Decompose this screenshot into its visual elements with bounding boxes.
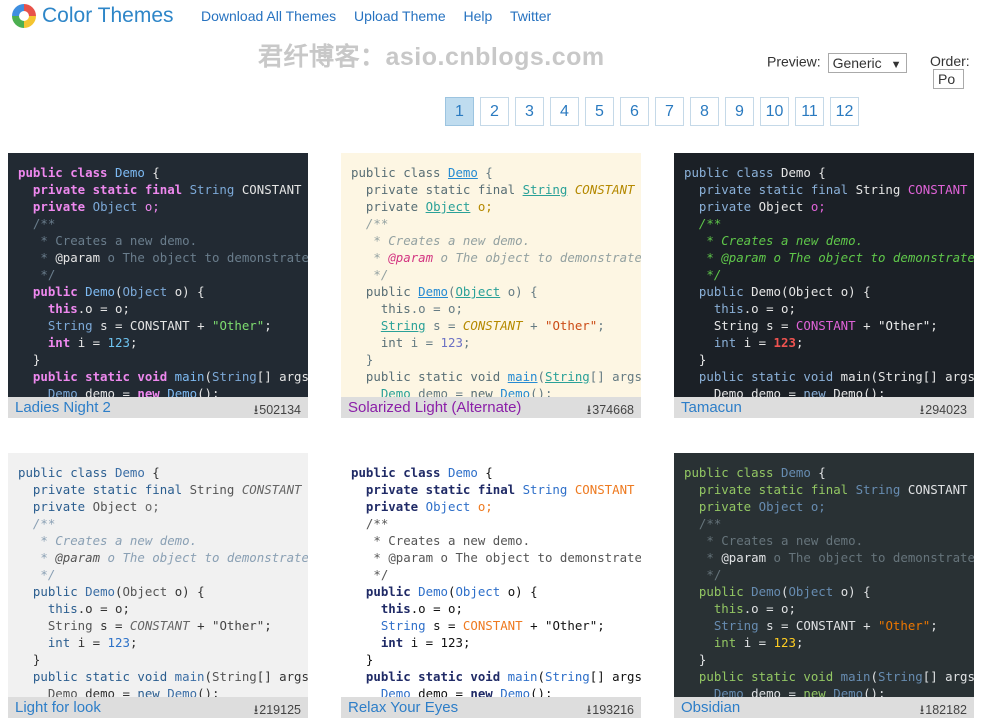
theme-card[interactable]: public class Demo { private static final… — [8, 453, 308, 718]
code-sample: public class Demo { private static final… — [351, 465, 641, 697]
theme-caption: Light for look ⭳219125 — [8, 697, 308, 718]
code-sample: public class Demo { private static final… — [18, 165, 308, 397]
theme-card[interactable]: public class Demo { private static final… — [341, 453, 641, 718]
preview-control: Preview: Generic ▼ — [767, 53, 907, 73]
theme-card[interactable]: public class Demo { private static final… — [341, 153, 641, 418]
theme-name-link[interactable]: Obsidian — [681, 699, 740, 716]
code-preview[interactable]: public class Demo { private static final… — [341, 153, 641, 397]
theme-card[interactable]: public class Demo { private static final… — [674, 153, 974, 418]
dropdown-arrow-icon: ▼ — [890, 59, 902, 71]
code-preview[interactable]: public class Demo { private static final… — [8, 153, 308, 397]
download-count[interactable]: ⭳294023 — [920, 401, 967, 418]
download-count-value: 502134 — [259, 403, 301, 417]
code-preview[interactable]: public class Demo { private static final… — [341, 453, 641, 697]
order-label: Order: — [930, 53, 970, 69]
download-arrow-icon: ⭳ — [253, 402, 259, 417]
download-count[interactable]: ⭳502134 — [254, 401, 301, 418]
preview-selected-value: Generic — [832, 55, 882, 71]
pagination: 1 2 3 4 5 6 7 8 9 10 11 12 — [445, 97, 865, 126]
preview-select[interactable]: Generic ▼ — [827, 53, 907, 73]
site-header: Color Themes Download All Themes Upload … — [0, 0, 990, 40]
download-count-value: 294023 — [925, 403, 967, 417]
page-8-button[interactable]: 8 — [690, 97, 719, 126]
page-1-button[interactable]: 1 — [445, 97, 474, 126]
nav-download-all-themes[interactable]: Download All Themes — [201, 8, 336, 24]
code-sample: public class Demo { private static final… — [18, 465, 308, 697]
site-title[interactable]: Color Themes — [42, 4, 174, 28]
page-10-button[interactable]: 10 — [760, 97, 789, 126]
download-arrow-icon: ⭳ — [586, 702, 592, 717]
download-count[interactable]: ⭳219125 — [254, 701, 301, 718]
download-count-value: 374668 — [592, 403, 634, 417]
theme-card[interactable]: public class Demo { private static final… — [674, 453, 974, 718]
download-count[interactable]: ⭳182182 — [920, 701, 967, 718]
order-control: Order: Po — [930, 53, 990, 89]
color-wheel-logo-icon[interactable] — [12, 4, 36, 28]
code-preview[interactable]: public class Demo { private static final… — [8, 453, 308, 697]
download-arrow-icon: ⭳ — [253, 702, 259, 717]
page-2-button[interactable]: 2 — [480, 97, 509, 126]
download-count[interactable]: ⭳374668 — [587, 401, 634, 418]
order-select[interactable]: Po — [933, 69, 965, 89]
theme-caption: Solarized Light (Alternate) ⭳374668 — [341, 397, 641, 418]
order-selected-value: Po — [938, 71, 956, 87]
page-9-button[interactable]: 9 — [725, 97, 754, 126]
code-sample: public class Demo { private static final… — [684, 165, 974, 397]
watermark: 君纤博客：asio.cnblogs.com — [258, 43, 605, 71]
theme-caption: Tamacun ⭳294023 — [674, 397, 974, 418]
page-11-button[interactable]: 11 — [795, 97, 824, 126]
download-count-value: 219125 — [259, 703, 301, 717]
main-nav: Download All Themes Upload Theme Help Tw… — [201, 8, 565, 24]
code-preview[interactable]: public class Demo { private static final… — [674, 453, 974, 697]
theme-caption: Relax Your Eyes ⭳193216 — [341, 697, 641, 718]
theme-name-link[interactable]: Solarized Light (Alternate) — [348, 399, 521, 416]
download-count[interactable]: ⭳193216 — [587, 701, 634, 718]
theme-name-link[interactable]: Relax Your Eyes — [348, 699, 458, 716]
theme-card[interactable]: public class Demo { private static final… — [8, 153, 308, 418]
download-arrow-icon: ⭳ — [586, 402, 592, 417]
download-count-value: 182182 — [925, 703, 967, 717]
code-preview[interactable]: public class Demo { private static final… — [674, 153, 974, 397]
theme-caption: Ladies Night 2 ⭳502134 — [8, 397, 308, 418]
download-arrow-icon: ⭳ — [919, 702, 925, 717]
page-6-button[interactable]: 6 — [620, 97, 649, 126]
page-5-button[interactable]: 5 — [585, 97, 614, 126]
download-count-value: 193216 — [592, 703, 634, 717]
code-sample: public class Demo { private static final… — [351, 165, 641, 397]
nav-upload-theme[interactable]: Upload Theme — [354, 8, 446, 24]
preview-label: Preview: — [767, 53, 821, 70]
page-3-button[interactable]: 3 — [515, 97, 544, 126]
nav-twitter[interactable]: Twitter — [510, 8, 551, 24]
page-12-button[interactable]: 12 — [830, 97, 859, 126]
theme-name-link[interactable]: Ladies Night 2 — [15, 399, 111, 416]
page-7-button[interactable]: 7 — [655, 97, 684, 126]
theme-name-link[interactable]: Light for look — [15, 699, 101, 716]
code-sample: public class Demo { private static final… — [684, 465, 974, 697]
page-4-button[interactable]: 4 — [550, 97, 579, 126]
theme-name-link[interactable]: Tamacun — [681, 399, 742, 416]
theme-caption: Obsidian ⭳182182 — [674, 697, 974, 718]
download-arrow-icon: ⭳ — [919, 402, 925, 417]
nav-help[interactable]: Help — [464, 8, 493, 24]
